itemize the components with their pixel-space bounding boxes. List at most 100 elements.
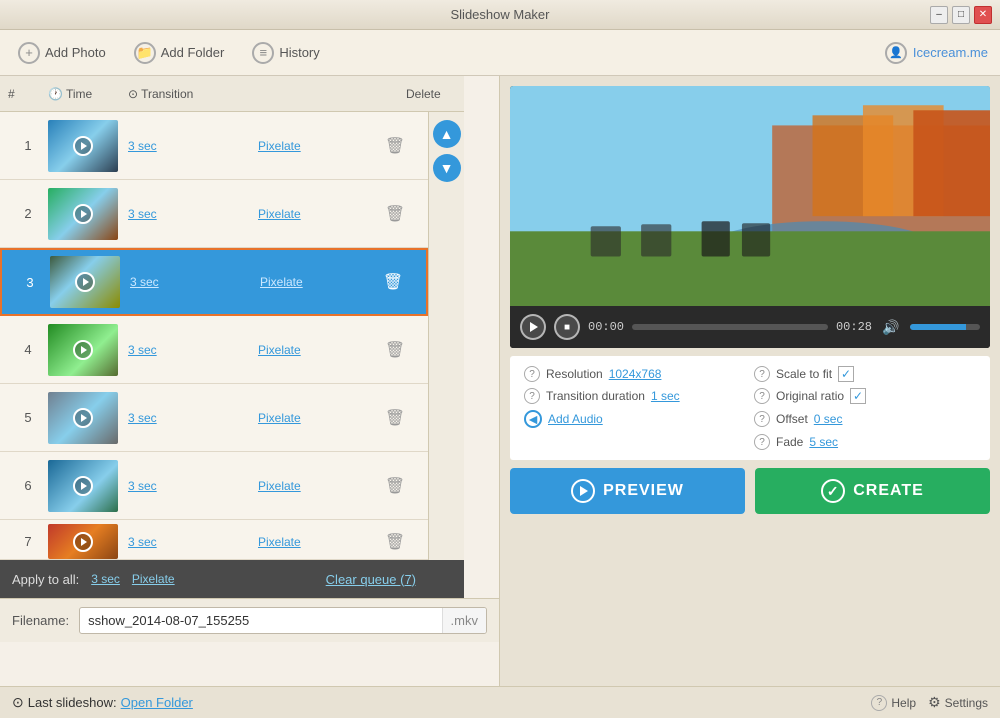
resolution-row: ? Resolution 1024x768 [524,366,746,382]
user-icon: 👤 [885,42,907,64]
move-down-button[interactable]: ▼ [433,154,461,182]
transition-link[interactable]: Pixelate [258,411,370,425]
transition-icon: ⊙ [128,87,138,101]
add-folder-button[interactable]: 📁 Add Folder [128,38,231,68]
add-folder-icon: 📁 [134,42,156,64]
scale-checkbox[interactable]: ✓ [838,366,854,382]
time-total: 00:28 [836,320,872,334]
create-button[interactable]: ✓ CREATE [755,468,990,514]
slide-thumbnail [48,524,118,559]
transition-link[interactable]: Pixelate [260,275,368,289]
minimize-button[interactable]: – [930,6,948,24]
delete-button[interactable]: 🗑 [370,340,420,360]
delete-button[interactable]: 🗑 [370,532,420,552]
transition-link[interactable]: Pixelate [258,343,370,357]
time-link[interactable]: 3 sec [128,139,258,153]
transition-link[interactable]: Pixelate [258,207,370,221]
close-button[interactable]: ✕ [974,6,992,24]
time-link[interactable]: 3 sec [128,535,258,549]
last-slideshow-icon: ⊙ [12,694,24,711]
slide-thumbnail [48,392,118,444]
original-ratio-checkbox[interactable]: ✓ [850,388,866,404]
toolbar: + Add Photo 📁 Add Folder ≡ History 👤 Ice… [0,30,1000,76]
filename-label: Filename: [12,613,69,628]
add-audio-row[interactable]: ◄ Add Audio [524,410,746,428]
open-folder-link[interactable]: Open Folder [121,695,193,710]
resolution-help-icon[interactable]: ? [524,366,540,382]
transition-link[interactable]: Pixelate [258,139,370,153]
slide-row[interactable]: 5 3 sec Pixelate 🗑 [0,384,428,452]
delete-button[interactable]: 🗑 [370,136,420,156]
preview-button[interactable]: PREVIEW [510,468,745,514]
help-button[interactable]: ? Help [871,695,916,711]
delete-button[interactable]: 🗑 [368,272,418,292]
time-link[interactable]: 3 sec [128,207,258,221]
fade-help-icon[interactable]: ? [754,434,770,450]
slide-number: 5 [8,410,48,425]
delete-button[interactable]: 🗑 [370,476,420,496]
transition-help-icon[interactable]: ? [524,388,540,404]
history-button[interactable]: ≡ History [246,38,325,68]
add-audio-link[interactable]: Add Audio [548,412,603,426]
title-bar: Slideshow Maker – □ ✕ [0,0,1000,30]
col-delete: Delete [406,87,456,101]
add-photo-button[interactable]: + Add Photo [12,38,112,68]
move-up-button[interactable]: ▲ [433,120,461,148]
time-link[interactable]: 3 sec [130,275,260,289]
apply-to-all-bar: Apply to all: 3 sec Pixelate Clear queue… [0,560,464,598]
slide-row[interactable]: 6 3 sec Pixelate 🗑 [0,452,428,520]
slide-row[interactable]: 2 3 sec Pixelate 🗑 [0,180,428,248]
thumb-play-icon [73,408,93,428]
apply-time[interactable]: 3 sec [91,572,120,586]
time-link[interactable]: 3 sec [128,411,258,425]
last-slideshow-label: Last slideshow: [28,695,117,710]
time-current: 00:00 [588,320,624,334]
transition-value[interactable]: 1 sec [651,389,680,403]
scale-help-icon[interactable]: ? [754,366,770,382]
slide-row[interactable]: 7 3 sec Pixelate 🗑 [0,520,428,560]
transition-link[interactable]: Pixelate [258,479,370,493]
slide-number: 2 [8,206,48,221]
delete-button[interactable]: 🗑 [370,408,420,428]
offset-value[interactable]: 0 sec [814,412,843,426]
slide-row[interactable]: 1 3 sec Pixelate 🗑 [0,112,428,180]
volume-icon[interactable]: 🔊 [880,316,902,338]
stop-button[interactable] [554,314,580,340]
time-link[interactable]: 3 sec [128,343,258,357]
slide-row[interactable]: 3 3 sec Pixelate 🗑 [0,248,428,316]
slide-row[interactable]: 4 3 sec Pixelate 🗑 [0,316,428,384]
settings-button[interactable]: ⚙ Settings [928,694,988,711]
slide-thumbnail [48,324,118,376]
filename-input-wrap: .mkv [79,607,487,634]
fade-label: Fade [776,435,803,449]
fade-row: ? Fade 5 sec [754,434,976,450]
col-time: 🕐 Time [48,87,128,101]
thumb-play-icon [73,340,93,360]
original-ratio-help-icon[interactable]: ? [754,388,770,404]
clock-icon: 🕐 [48,87,63,101]
delete-button[interactable]: 🗑 [370,204,420,224]
thumb-play-icon [73,476,93,496]
volume-bar[interactable] [910,324,980,330]
slide-section: # 🕐 Time ⊙ Transition Delete 1 [0,76,464,598]
offset-help-icon[interactable]: ? [754,411,770,427]
window-controls: – □ ✕ [930,6,992,24]
slide-list: 1 3 sec Pixelate 🗑 2 3 s [0,112,428,560]
bottom-bar: ⊙ Last slideshow: Open Folder ? Help ⚙ S… [0,686,1000,718]
time-link[interactable]: 3 sec [128,479,258,493]
resolution-value[interactable]: 1024x768 [609,367,662,381]
maximize-button[interactable]: □ [952,6,970,24]
apply-transition[interactable]: Pixelate [132,572,175,586]
progress-bar[interactable] [632,324,828,330]
fade-value[interactable]: 5 sec [809,435,838,449]
clear-queue-link[interactable]: Clear queue (7) [326,572,416,587]
slide-number: 7 [8,534,48,549]
filename-input[interactable] [80,608,441,633]
thumb-play-icon [75,272,95,292]
play-button[interactable] [520,314,546,340]
transition-link[interactable]: Pixelate [258,535,370,549]
settings-panel: ? Resolution 1024x768 ? Scale to fit ✓ ?… [510,356,990,460]
preview-play-icon [571,479,595,503]
offset-label: Offset [776,412,808,426]
arrow-panel: ▲ ▼ [428,112,464,560]
